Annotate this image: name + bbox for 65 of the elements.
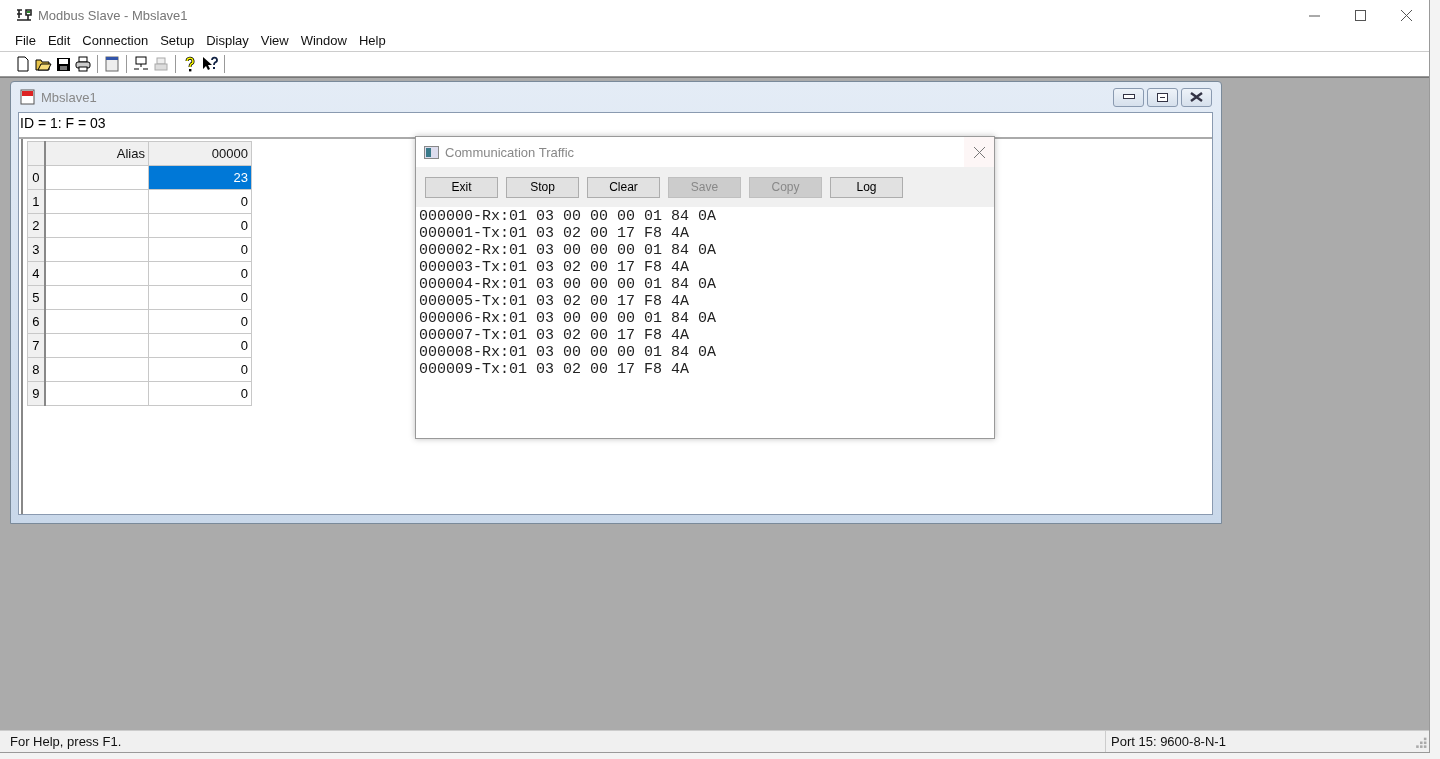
menu-item[interactable]: Setup — [154, 33, 201, 48]
column-header[interactable]: Alias — [44, 141, 149, 166]
menu-item[interactable]: Edit — [41, 33, 77, 48]
traffic-log-line: 000004-Rx:01 03 00 00 00 01 84 0A — [419, 276, 717, 293]
menu-item[interactable]: Window — [294, 33, 353, 48]
minimize-icon — [1122, 94, 1135, 100]
menu-item[interactable]: Help — [352, 33, 392, 48]
column-header[interactable]: 00000 — [148, 141, 252, 166]
minimize-button[interactable] — [1113, 87, 1144, 107]
document-icon — [20, 89, 36, 105]
row-header[interactable]: 2 — [27, 213, 45, 238]
register-value-cell[interactable]: 0 — [148, 381, 252, 406]
row-header[interactable]: 0 — [27, 165, 45, 190]
traffic-log-line: 000005-Tx:01 03 02 00 17 F8 4A — [419, 293, 690, 310]
restore-button[interactable] — [1147, 87, 1178, 107]
register-value-cell[interactable]: 0 — [148, 333, 252, 358]
row-header[interactable]: 3 — [27, 237, 45, 262]
register-value-cell[interactable]: 0 — [148, 261, 252, 286]
dialog-button[interactable]: Exit — [425, 176, 498, 198]
register-value-cell[interactable]: 0 — [148, 357, 252, 382]
window-title: Modbus Slave - Mbslave1 — [38, 7, 189, 23]
traffic-log-line: 000001-Tx:01 03 02 00 17 F8 4A — [419, 225, 690, 242]
row-header[interactable]: 5 — [27, 285, 45, 310]
close-icon — [1190, 92, 1203, 102]
traffic-log-line: 000006-Rx:01 03 00 00 00 01 84 0A — [419, 310, 717, 327]
register-value-cell[interactable]: 23 — [148, 165, 252, 190]
close-icon[interactable] — [1400, 9, 1412, 21]
register-value-cell[interactable]: 0 — [148, 189, 252, 214]
close-button[interactable] — [1181, 87, 1212, 107]
maximize-icon[interactable] — [1354, 9, 1366, 21]
dialog-button[interactable]: Log — [830, 176, 903, 198]
dialog-button[interactable]: Stop — [506, 176, 579, 198]
window-icon[interactable] — [103, 55, 121, 73]
traffic-log-line: 000003-Tx:01 03 02 00 17 F8 4A — [419, 259, 690, 276]
traffic-log-line: 000009-Tx:01 03 02 00 17 F8 4A — [419, 361, 690, 378]
app-logo-icon — [16, 8, 32, 22]
status-message: For Help, press F1. — [9, 734, 123, 749]
child-window-title: Mbslave1 — [41, 89, 98, 105]
port-status: Port 15: 9600-8-N-1 — [1111, 734, 1226, 749]
menu-item[interactable]: File — [9, 33, 42, 48]
window-icon — [424, 145, 439, 159]
row-header[interactable]: 1 — [27, 189, 45, 214]
row-header[interactable]: 8 — [27, 357, 45, 382]
row-header[interactable]: 4 — [27, 261, 45, 286]
menu-item[interactable]: Connection — [76, 33, 155, 48]
register-value-cell[interactable]: 0 — [148, 285, 252, 310]
close-icon — [973, 146, 985, 158]
row-header[interactable]: 6 — [27, 309, 45, 334]
register-value-cell[interactable]: 0 — [148, 237, 252, 262]
restore-icon — [1157, 92, 1168, 102]
row-header[interactable]: 7 — [27, 333, 45, 358]
menu-item[interactable]: View — [254, 33, 295, 48]
register-value-cell[interactable]: 0 — [148, 309, 252, 334]
dialog-title: Communication Traffic — [445, 144, 576, 160]
row-header[interactable]: 9 — [27, 381, 45, 406]
register-value-cell[interactable]: 0 — [148, 213, 252, 238]
menu-item[interactable]: Display — [200, 33, 255, 48]
traffic-log-line: 000008-Rx:01 03 00 00 00 01 84 0A — [419, 344, 717, 361]
dialog-button[interactable]: Clear — [587, 176, 660, 198]
traffic-log-line: 000002-Rx:01 03 00 00 00 01 84 0A — [419, 242, 717, 259]
traffic-log-line: 000000-Rx:01 03 00 00 00 01 84 0A — [419, 208, 717, 225]
printer-icon[interactable] — [74, 55, 92, 73]
traffic-log-line: 000007-Tx:01 03 02 00 17 F8 4A — [419, 327, 690, 344]
new-document-icon[interactable] — [14, 55, 32, 73]
context-help-icon[interactable] — [201, 55, 219, 73]
